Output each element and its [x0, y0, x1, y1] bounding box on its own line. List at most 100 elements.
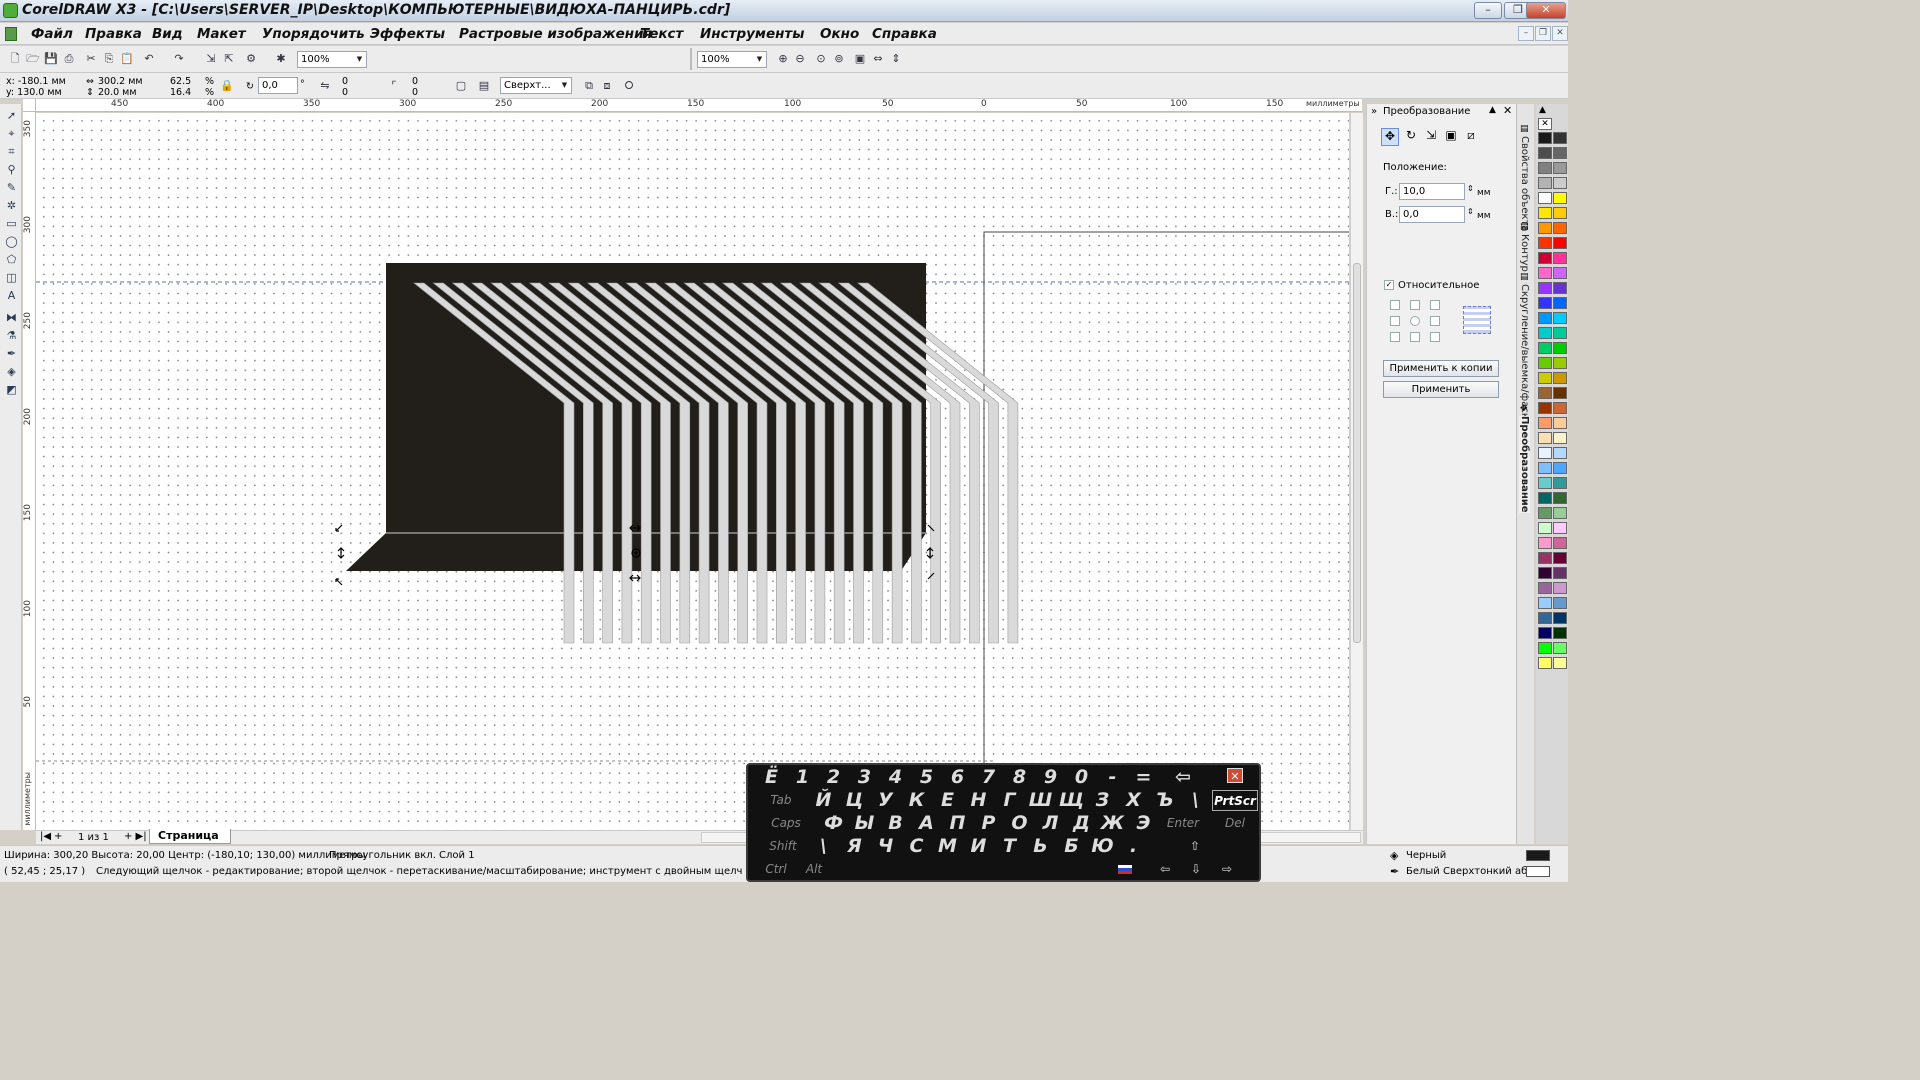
keyboard-close-icon[interactable]: ✕: [1227, 768, 1243, 783]
color-swatch[interactable]: [1538, 357, 1552, 369]
vertical-scrollbar[interactable]: [1350, 113, 1363, 830]
paste-icon[interactable]: 📋: [118, 50, 136, 68]
color-swatch[interactable]: [1538, 282, 1552, 294]
key[interactable]: Ц: [839, 790, 870, 811]
skew-handle-bottom[interactable]: [629, 574, 641, 582]
tab-object-properties[interactable]: Свойства объекта: [1519, 136, 1530, 232]
color-swatch[interactable]: [1538, 297, 1552, 309]
key[interactable]: Ф: [818, 813, 849, 834]
smart-fill-icon[interactable]: ✲: [3, 198, 20, 213]
key[interactable]: 3: [849, 767, 880, 788]
scroll-thumb[interactable]: [1353, 263, 1361, 643]
color-swatch[interactable]: [1553, 492, 1567, 504]
anchor-tl[interactable]: [1390, 300, 1400, 310]
next-page-icon[interactable]: + ▶|: [124, 831, 147, 842]
color-swatch[interactable]: [1553, 147, 1567, 159]
vertical-ruler[interactable]: 350 300 250 200 150 100 50 миллиметры: [23, 112, 36, 830]
key[interactable]: ⇦: [1150, 859, 1180, 880]
key[interactable]: Ы: [849, 813, 880, 834]
redo-icon[interactable]: ↷: [170, 50, 188, 68]
anchor-tc[interactable]: [1410, 300, 1420, 310]
key[interactable]: .: [1118, 836, 1149, 857]
key[interactable]: Ё: [756, 767, 787, 788]
key[interactable]: Alt: [796, 859, 832, 880]
key[interactable]: И: [963, 836, 994, 857]
color-swatch[interactable]: [1538, 657, 1552, 669]
key[interactable]: 4: [880, 767, 911, 788]
zoom-out-icon[interactable]: ⊖: [791, 50, 809, 68]
menu-file[interactable]: Файл: [31, 26, 73, 42]
undo-icon[interactable]: ↶: [140, 50, 158, 68]
color-swatch[interactable]: [1538, 552, 1552, 564]
v-position-input[interactable]: 0,0: [1399, 206, 1465, 223]
color-swatch[interactable]: [1538, 537, 1552, 549]
x-position-field[interactable]: x: -180.1 мм: [6, 76, 66, 87]
color-swatch[interactable]: [1553, 387, 1567, 399]
copy-icon[interactable]: ⎘: [100, 50, 118, 68]
key[interactable]: Л: [1035, 813, 1066, 834]
color-swatch[interactable]: [1553, 342, 1567, 354]
key[interactable]: Ctrl: [756, 859, 796, 880]
menu-help[interactable]: Справка: [872, 26, 937, 42]
crop-tool-icon[interactable]: ⌗: [3, 144, 20, 159]
color-swatch[interactable]: [1538, 177, 1552, 189]
key[interactable]: Д: [1066, 813, 1097, 834]
export-icon[interactable]: ⇱: [220, 50, 238, 68]
tab-transformation[interactable]: Преобразование: [1519, 416, 1530, 513]
key[interactable]: 0: [1066, 767, 1097, 788]
color-swatch[interactable]: [1553, 597, 1567, 609]
v-spinner-icon[interactable]: ⇕: [1467, 207, 1474, 216]
key[interactable]: 7: [973, 767, 1004, 788]
eyedropper-icon[interactable]: ⚗: [3, 328, 20, 343]
lock-ratio-icon[interactable]: 🔒: [218, 77, 236, 95]
color-swatch[interactable]: [1538, 447, 1552, 459]
key[interactable]: А: [911, 813, 942, 834]
key[interactable]: -: [1097, 767, 1128, 788]
key[interactable]: Ю: [1087, 836, 1118, 857]
key[interactable]: Shift: [756, 836, 810, 857]
key[interactable]: PrtScr: [1212, 790, 1258, 811]
menu-effects[interactable]: Эффекты: [370, 26, 445, 42]
color-swatch[interactable]: [1538, 612, 1552, 624]
color-swatch[interactable]: [1538, 252, 1552, 264]
key[interactable]: 2: [818, 767, 849, 788]
key[interactable]: С: [901, 836, 932, 857]
menu-edit[interactable]: Правка: [85, 26, 142, 42]
key[interactable]: В: [880, 813, 911, 834]
color-swatch[interactable]: [1538, 312, 1552, 324]
color-swatch[interactable]: [1538, 492, 1552, 504]
anchor-mr[interactable]: [1430, 316, 1440, 326]
color-swatch[interactable]: [1538, 327, 1552, 339]
key[interactable]: \: [1180, 790, 1211, 811]
color-swatch[interactable]: [1538, 222, 1552, 234]
y-position-field[interactable]: y: 130.0 мм: [6, 87, 62, 98]
color-swatch[interactable]: [1538, 387, 1552, 399]
rectangle-tool-icon[interactable]: ▭: [3, 216, 20, 231]
color-swatch[interactable]: [1538, 432, 1552, 444]
outline-tool-icon[interactable]: ✒: [3, 346, 20, 361]
height-field[interactable]: 20.0 мм: [98, 87, 137, 98]
color-swatch[interactable]: [1553, 522, 1567, 534]
color-swatch[interactable]: [1553, 432, 1567, 444]
key[interactable]: Ч: [870, 836, 901, 857]
color-swatch[interactable]: [1553, 507, 1567, 519]
color-swatch[interactable]: [1538, 237, 1552, 249]
color-swatch[interactable]: [1553, 642, 1567, 654]
anchor-center[interactable]: [1410, 316, 1420, 326]
color-swatch[interactable]: [1553, 297, 1567, 309]
round-corners-icon[interactable]: ▢: [452, 77, 470, 95]
pick-tool-icon[interactable]: ➚: [3, 108, 20, 123]
key[interactable]: Tab: [756, 790, 806, 811]
docker-collapse-icon[interactable]: ▲: [1489, 105, 1496, 115]
key[interactable]: ⇨: [1212, 859, 1242, 880]
color-swatch[interactable]: [1553, 162, 1567, 174]
color-swatch[interactable]: [1538, 462, 1552, 474]
key[interactable]: Ж: [1097, 813, 1128, 834]
language-flag-icon[interactable]: [1118, 865, 1132, 874]
cut-icon[interactable]: ✂: [82, 50, 100, 68]
anchor-br[interactable]: [1430, 332, 1440, 342]
drawing-canvas[interactable]: [36, 113, 1349, 830]
anchor-bc[interactable]: [1410, 332, 1420, 342]
color-swatch[interactable]: [1553, 582, 1567, 594]
color-swatch[interactable]: [1553, 192, 1567, 204]
